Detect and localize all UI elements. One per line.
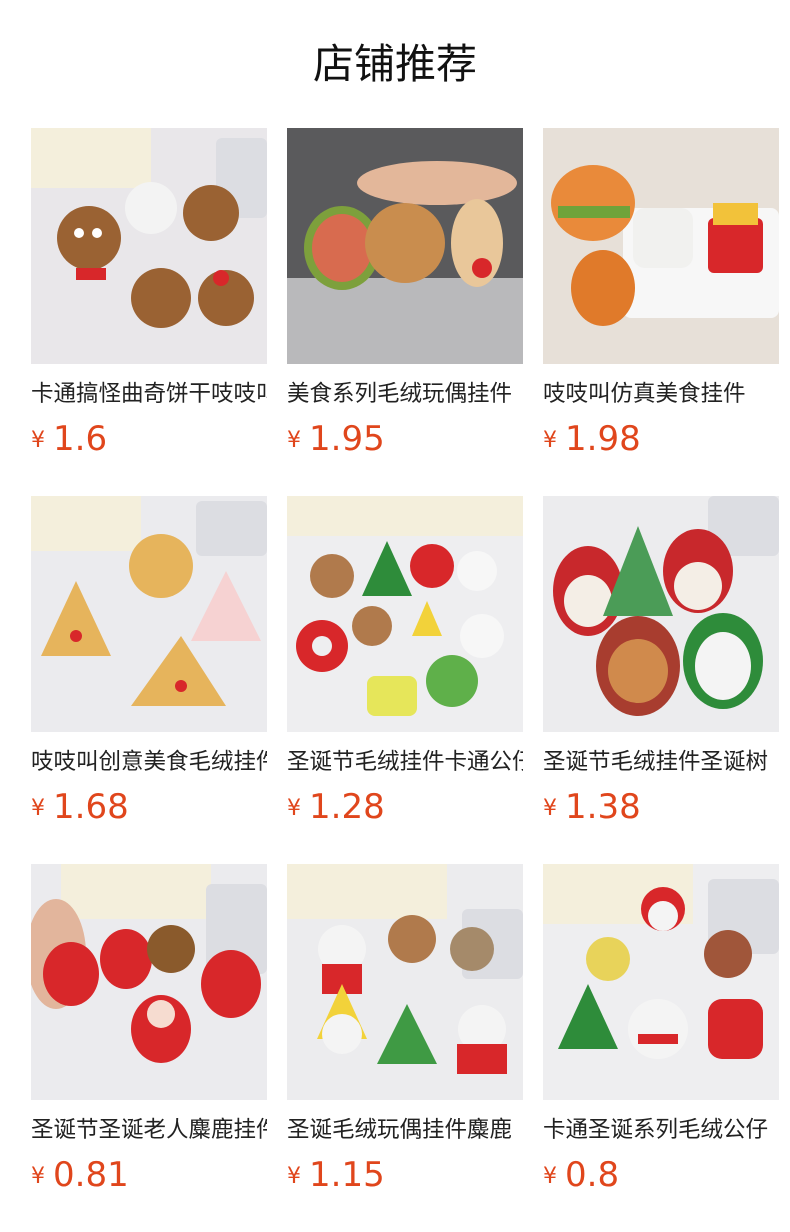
product-name[interactable]: 圣诞节毛绒挂件圣诞树 xyxy=(543,747,779,777)
product-image[interactable] xyxy=(543,128,779,364)
product-image[interactable] xyxy=(543,496,779,732)
currency-symbol: ¥ xyxy=(543,796,557,821)
product-price: ¥1.95 xyxy=(287,419,523,459)
product-name[interactable]: 吱吱叫仿真美食挂件 xyxy=(543,379,779,409)
product-image[interactable] xyxy=(31,496,267,732)
price-value: 0.81 xyxy=(53,1155,129,1195)
price-value: 0.8 xyxy=(565,1155,620,1195)
currency-symbol: ¥ xyxy=(287,796,301,821)
product-price: ¥1.98 xyxy=(543,419,779,459)
product-image[interactable] xyxy=(287,864,523,1100)
product-price: ¥1.68 xyxy=(31,787,267,827)
price-value: 1.95 xyxy=(309,419,385,459)
product-name[interactable]: 卡通圣诞系列毛绒公仔 xyxy=(543,1115,779,1145)
product-name[interactable]: 吱吱叫创意美食毛绒挂件 xyxy=(31,747,267,777)
price-value: 1.6 xyxy=(53,419,108,459)
product-image[interactable] xyxy=(31,864,267,1100)
product-price: ¥0.81 xyxy=(31,1155,267,1195)
product-card[interactable]: 美食系列毛绒玩偶挂件 ¥1.95 xyxy=(287,128,523,459)
price-value: 1.68 xyxy=(53,787,129,827)
product-card[interactable]: 吱吱叫仿真美食挂件 ¥1.98 xyxy=(543,128,779,459)
product-image[interactable] xyxy=(287,496,523,732)
product-card[interactable]: 圣诞节圣诞老人麋鹿挂件 ¥0.81 xyxy=(31,864,267,1195)
product-image[interactable] xyxy=(287,128,523,364)
product-card[interactable]: 卡通圣诞系列毛绒公仔 ¥0.8 xyxy=(543,864,779,1195)
product-name[interactable]: 圣诞毛绒玩偶挂件麋鹿 xyxy=(287,1115,523,1145)
product-name[interactable]: 圣诞节毛绒挂件卡通公仔 xyxy=(287,747,523,777)
price-value: 1.38 xyxy=(565,787,641,827)
product-card[interactable]: 圣诞节毛绒挂件圣诞树 ¥1.38 xyxy=(543,496,779,827)
currency-symbol: ¥ xyxy=(287,1164,301,1189)
price-value: 1.15 xyxy=(309,1155,385,1195)
currency-symbol: ¥ xyxy=(31,1164,45,1189)
product-price: ¥0.8 xyxy=(543,1155,779,1195)
product-name[interactable]: 圣诞节圣诞老人麋鹿挂件 xyxy=(31,1115,267,1145)
product-price: ¥1.28 xyxy=(287,787,523,827)
product-card[interactable]: 圣诞节毛绒挂件卡通公仔 ¥1.28 xyxy=(287,496,523,827)
price-value: 1.28 xyxy=(309,787,385,827)
product-card[interactable]: 圣诞毛绒玩偶挂件麋鹿 ¥1.15 xyxy=(287,864,523,1195)
product-price: ¥1.15 xyxy=(287,1155,523,1195)
currency-symbol: ¥ xyxy=(287,428,301,453)
page-title: 店铺推荐 xyxy=(313,40,477,88)
currency-symbol: ¥ xyxy=(31,796,45,821)
product-name[interactable]: 美食系列毛绒玩偶挂件 xyxy=(287,379,523,409)
currency-symbol: ¥ xyxy=(543,1164,557,1189)
product-image[interactable] xyxy=(543,864,779,1100)
product-name[interactable]: 卡通搞怪曲奇饼干吱吱叫毛绒挂件 xyxy=(31,379,267,409)
product-card[interactable]: 卡通搞怪曲奇饼干吱吱叫毛绒挂件 ¥1.6 xyxy=(31,128,267,459)
product-image[interactable] xyxy=(31,128,267,364)
product-price: ¥1.6 xyxy=(31,419,267,459)
price-value: 1.98 xyxy=(565,419,641,459)
product-card[interactable]: 吱吱叫创意美食毛绒挂件 ¥1.68 xyxy=(31,496,267,827)
product-price: ¥1.38 xyxy=(543,787,779,827)
currency-symbol: ¥ xyxy=(543,428,557,453)
currency-symbol: ¥ xyxy=(31,428,45,453)
